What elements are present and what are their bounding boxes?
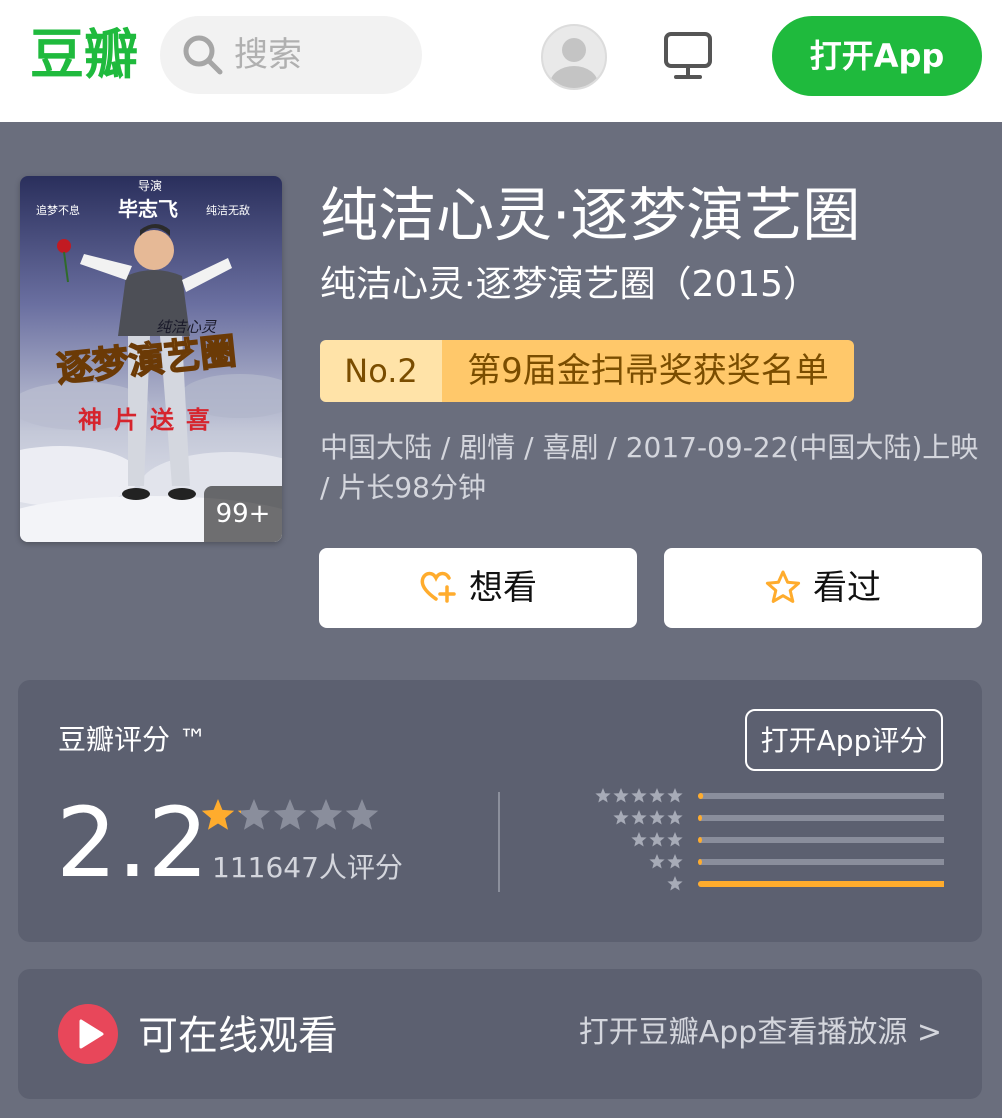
dist-star (649, 788, 665, 803)
want-to-watch-button[interactable]: 想看 (319, 548, 637, 628)
open-app-button[interactable]: 打开App (772, 16, 982, 96)
poster-director-label: 导演 (138, 178, 162, 193)
rating-star-3 (273, 799, 307, 830)
dist-star (649, 854, 665, 869)
dist-track-3-star (698, 837, 944, 843)
rating-star-1 (201, 799, 235, 830)
dist-bar-4-star (698, 815, 702, 821)
dist-star (667, 788, 683, 803)
photo-count-badge[interactable]: 99+ (204, 486, 282, 542)
play-icon (58, 1004, 118, 1064)
dist-bar-3-star (698, 837, 702, 843)
user-avatar[interactable] (541, 24, 607, 90)
dist-star (613, 810, 629, 825)
dist-track-5-star (698, 793, 944, 799)
rating-score: 2.2 (56, 787, 209, 899)
poster-left-slogan: 追梦不息 (36, 203, 80, 217)
dist-star (667, 876, 683, 891)
heart-plus-icon (420, 571, 456, 603)
dist-star (667, 854, 683, 869)
dist-star (631, 788, 647, 803)
star-outline-icon (765, 570, 801, 603)
dist-track-4-star (698, 815, 944, 821)
dist-bar-2-star (698, 859, 702, 865)
rating-star-4 (309, 799, 343, 830)
watch-source-link[interactable]: 打开豆瓣App查看播放源 > (579, 1011, 942, 1055)
search-box[interactable]: 搜索 (160, 16, 422, 94)
movie-original-title: 纯洁心灵·逐梦演艺圈（2015） (320, 264, 820, 305)
dist-star (649, 810, 665, 825)
movie-meta: 中国大陆 / 剧情 / 喜剧 / 2017-09-22(中国大陆)上映 / 片长… (320, 431, 979, 504)
dist-star (649, 832, 665, 847)
rating-star-2 (237, 799, 271, 830)
award-rank: No.2 (320, 340, 442, 402)
monitor-icon[interactable] (662, 30, 714, 82)
dist-star (613, 788, 629, 803)
rating-votes[interactable]: 111647人评分 (212, 848, 403, 888)
dist-star (631, 832, 647, 847)
seen-label: 看过 (813, 568, 881, 608)
dist-star (667, 810, 683, 825)
movie-poster[interactable]: 导演 毕志飞 追梦不息 纯洁无敌 纯洁心灵 逐梦演艺圈 神片送喜 99+ (20, 176, 282, 542)
dist-bar-5-star (698, 793, 704, 799)
watched-button[interactable]: 看过 (664, 548, 982, 628)
rating-distribution (595, 788, 944, 891)
rating-label: 豆瓣评分 ™ (58, 723, 207, 756)
douban-logo[interactable]: 豆瓣 (30, 20, 138, 90)
want-label: 想看 (469, 568, 537, 608)
search-icon (183, 35, 223, 75)
rating-divider (498, 792, 500, 892)
top-header: 豆瓣 搜索 打开App (0, 0, 1002, 122)
dist-bar-1-star (698, 881, 944, 887)
watch-online-label: 可在线观看 (138, 1013, 338, 1059)
user-icon (550, 38, 598, 88)
search-placeholder: 搜索 (234, 35, 302, 75)
poster-right-slogan: 纯洁无敌 (206, 203, 250, 217)
open-app-rate-button[interactable]: 打开App评分 (745, 709, 943, 771)
award-name: 第9届金扫帚奖获奖名单 (442, 340, 854, 402)
watch-online-card[interactable]: 可在线观看 打开豆瓣App查看播放源 > (18, 969, 982, 1099)
dist-track-2-star (698, 859, 944, 865)
dist-star (631, 810, 647, 825)
dist-star (667, 832, 683, 847)
poster-director: 毕志飞 (118, 197, 178, 221)
poster-tagline: 神片送喜 (78, 406, 222, 434)
rating-star-5 (345, 799, 379, 830)
rating-stars (201, 799, 379, 830)
award-banner[interactable]: No.2 第9届金扫帚奖获奖名单 (320, 340, 854, 402)
dist-star (595, 788, 611, 803)
movie-title: 纯洁心灵·逐梦演艺圈 (320, 181, 861, 249)
rating-card: 豆瓣评分 ™ 打开App评分 2.2 111647人评分 (18, 680, 982, 942)
